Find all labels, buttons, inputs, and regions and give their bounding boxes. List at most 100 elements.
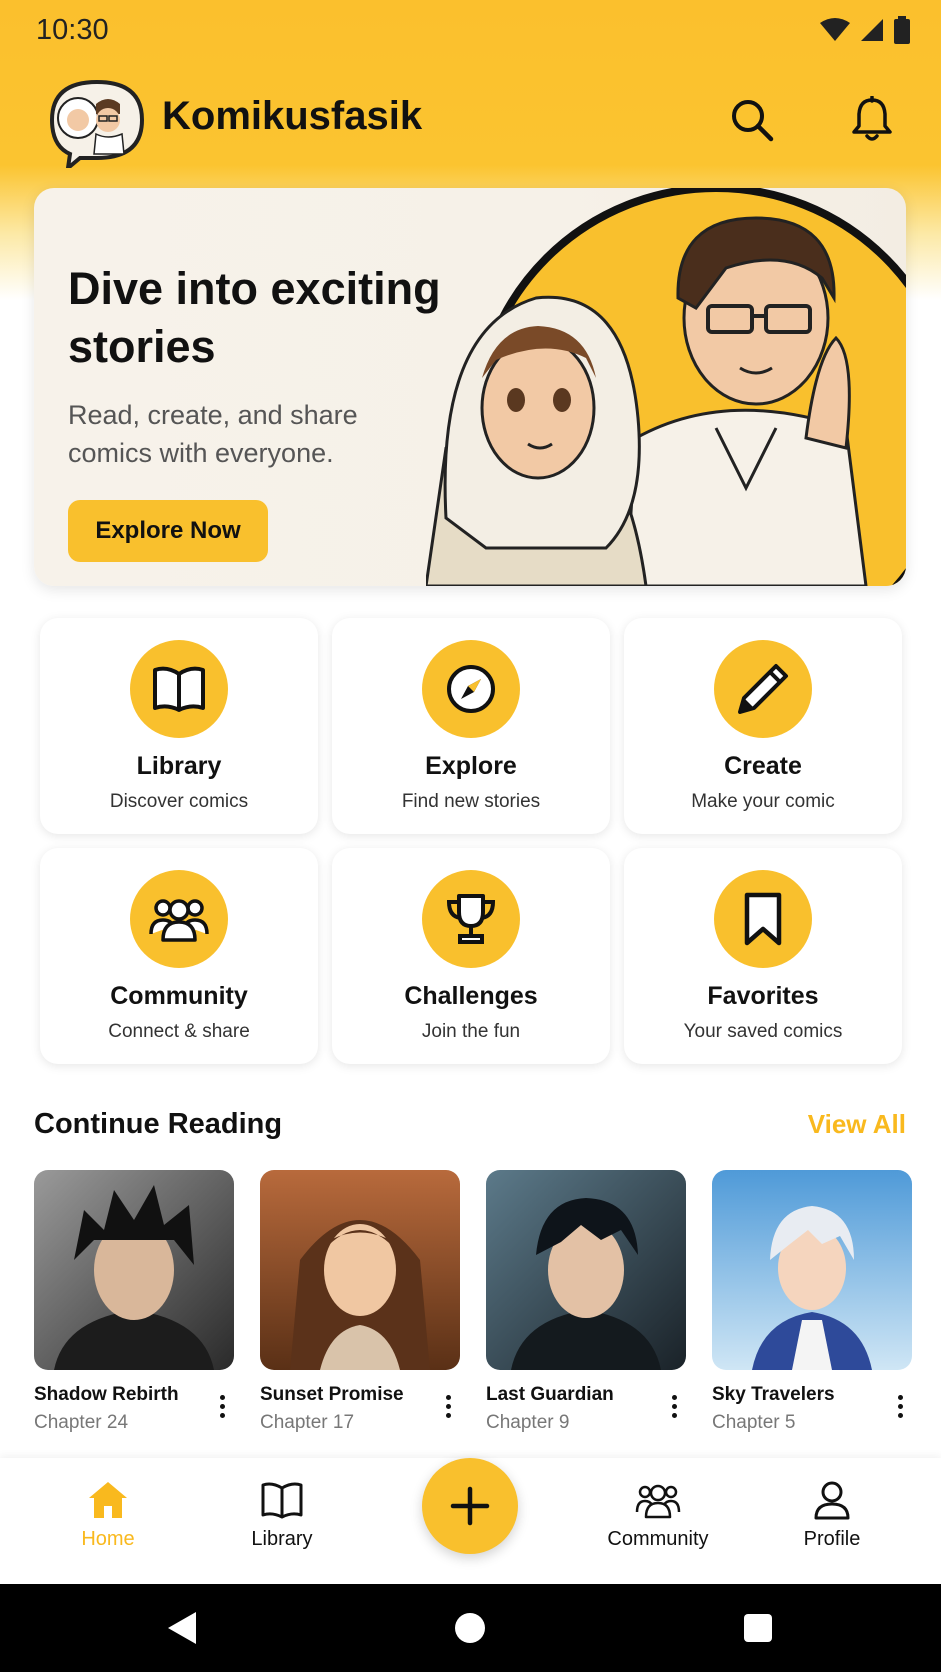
- hero-illustration: [426, 188, 906, 586]
- person-icon: [814, 1481, 850, 1520]
- feature-subtitle: Connect & share: [108, 1021, 250, 1042]
- system-navigation-bar: [0, 1584, 941, 1672]
- feature-card-community[interactable]: Community Connect & share: [40, 848, 318, 1064]
- comic-item: Last Guardian Chapter 9: [486, 1170, 686, 1434]
- dot: [219, 1412, 225, 1418]
- feature-icon-bg: [422, 640, 520, 738]
- comic-chapter: Chapter 17: [260, 1412, 355, 1433]
- feature-title: Library: [136, 752, 222, 780]
- comic-chapter: Chapter 24: [34, 1412, 129, 1433]
- feature-subtitle: Discover comics: [109, 791, 249, 812]
- bottom-navigation: Home Library Community Profile: [0, 1458, 941, 1584]
- app-title: Komikusfasik: [162, 94, 423, 138]
- feature-subtitle: Find new stories: [401, 791, 541, 812]
- plus-icon: [450, 1486, 490, 1526]
- pencil-icon: [738, 664, 788, 714]
- comic-cover[interactable]: [260, 1170, 460, 1370]
- nav-community[interactable]: Community: [598, 1480, 718, 1551]
- feature-title: Community: [110, 982, 248, 1010]
- home-icon: [89, 1482, 127, 1518]
- view-all-link[interactable]: View All: [808, 1109, 906, 1140]
- trophy-icon: [446, 894, 496, 944]
- dot: [219, 1403, 225, 1409]
- dot: [671, 1412, 677, 1418]
- comic-item: Sunset Promise Chapter 17: [260, 1170, 460, 1434]
- people-icon: [635, 1484, 681, 1519]
- comic-title: Last Guardian: [486, 1384, 614, 1405]
- dot: [671, 1394, 677, 1400]
- signal-icon: [861, 19, 883, 41]
- nav-label: Home: [81, 1528, 135, 1550]
- comic-item: Sky Travelers Chapter 5: [712, 1170, 912, 1434]
- comic-meta: Shadow Rebirth Chapter 24: [34, 1384, 234, 1434]
- hero-title: Dive into exciting stories: [68, 263, 441, 372]
- more-options-button[interactable]: [436, 1386, 460, 1426]
- continue-reading-list: Shadow Rebirth Chapter 24 Sunset Promise…: [34, 1170, 912, 1434]
- continue-reading-header: Continue Reading View All: [34, 1108, 906, 1141]
- dot: [219, 1394, 225, 1400]
- comic-meta: Sky Travelers Chapter 5: [712, 1384, 912, 1434]
- feature-title: Create: [724, 752, 802, 780]
- notifications-button[interactable]: [844, 92, 900, 148]
- feature-icon-bg: [714, 640, 812, 738]
- dot: [897, 1394, 903, 1400]
- back-icon[interactable]: [160, 1606, 204, 1650]
- comic-title: Sunset Promise: [260, 1384, 404, 1405]
- create-fab-button[interactable]: [422, 1458, 518, 1554]
- comic-meta: Last Guardian Chapter 9: [486, 1384, 686, 1434]
- more-options-button[interactable]: [662, 1386, 686, 1426]
- feature-icon-bg: [422, 870, 520, 968]
- feature-card-library[interactable]: Library Discover comics: [40, 618, 318, 834]
- feature-card-favorites[interactable]: Favorites Your saved comics: [624, 848, 902, 1064]
- comic-title: Shadow Rebirth: [34, 1384, 179, 1405]
- search-icon: [732, 100, 774, 142]
- comic-meta: Sunset Promise Chapter 17: [260, 1384, 460, 1434]
- wifi-icon: [820, 18, 850, 41]
- comic-cover[interactable]: [486, 1170, 686, 1370]
- nav-library[interactable]: Library: [222, 1480, 342, 1551]
- nav-home[interactable]: Home: [48, 1480, 168, 1551]
- status-time: 10:30: [36, 13, 109, 46]
- dot: [445, 1403, 451, 1409]
- battery-icon: [894, 16, 910, 44]
- comic-cover[interactable]: [34, 1170, 234, 1370]
- feature-subtitle: Your saved comics: [683, 1021, 843, 1042]
- dot: [445, 1394, 451, 1400]
- bell-icon: [852, 96, 892, 141]
- more-options-button[interactable]: [888, 1386, 912, 1426]
- dot: [897, 1403, 903, 1409]
- comic-title: Sky Travelers: [712, 1384, 835, 1405]
- status-bar: 10:30: [0, 0, 941, 60]
- app-header: Komikusfasik: [0, 70, 941, 173]
- nav-label: Library: [251, 1528, 313, 1550]
- nav-profile[interactable]: Profile: [772, 1480, 892, 1551]
- dot: [671, 1403, 677, 1409]
- feature-card-create[interactable]: Create Make your comic: [624, 618, 902, 834]
- hero-banner: Dive into exciting stories Read, create,…: [34, 188, 906, 586]
- search-button[interactable]: [724, 92, 780, 148]
- feature-subtitle: Make your comic: [691, 791, 835, 812]
- home-circle-icon[interactable]: [448, 1606, 492, 1650]
- book-icon: [153, 666, 205, 712]
- people-icon: [149, 899, 209, 942]
- dot: [897, 1412, 903, 1418]
- recents-icon[interactable]: [736, 1606, 780, 1650]
- more-options-button[interactable]: [210, 1386, 234, 1426]
- comic-chapter: Chapter 5: [712, 1412, 796, 1433]
- comic-item: Shadow Rebirth Chapter 24: [34, 1170, 234, 1434]
- comic-chapter: Chapter 9: [486, 1412, 570, 1433]
- feature-title: Challenges: [404, 982, 538, 1010]
- feature-title: Explore: [425, 752, 517, 780]
- feature-card-challenges[interactable]: Challenges Join the fun: [332, 848, 610, 1064]
- section-title: Continue Reading: [34, 1108, 283, 1140]
- comic-cover[interactable]: [712, 1170, 912, 1370]
- feature-subtitle: Join the fun: [421, 1021, 521, 1042]
- feature-card-explore[interactable]: Explore Find new stories: [332, 618, 610, 834]
- hero-subtitle: Read, create, and share comics with ever…: [68, 400, 358, 468]
- dot: [445, 1412, 451, 1418]
- app-logo: [44, 74, 150, 173]
- feature-icon-bg: [130, 870, 228, 968]
- explore-now-button[interactable]: Explore Now: [68, 500, 268, 562]
- feature-icon-bg: [130, 640, 228, 738]
- bookmark-icon: [744, 892, 782, 946]
